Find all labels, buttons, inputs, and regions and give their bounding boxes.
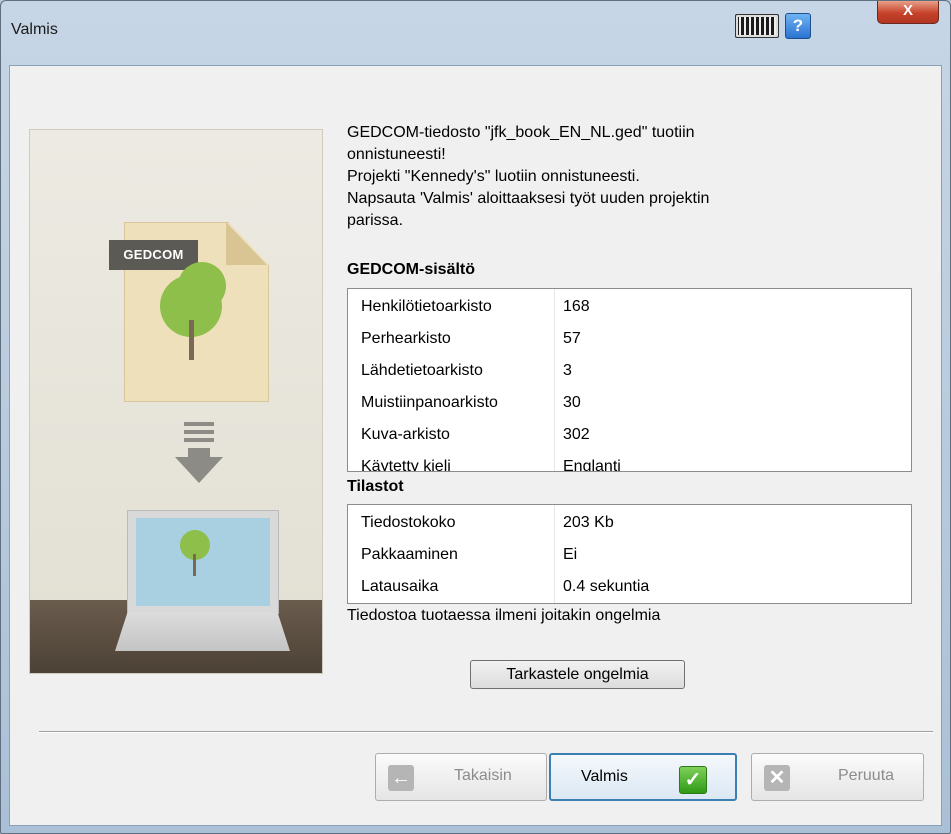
cancel-label: Peruuta (838, 767, 895, 784)
item-value: 203 Kb (563, 514, 614, 531)
item-value: 302 (563, 426, 590, 443)
message-line: parissa. (347, 212, 404, 229)
laptop-icon (127, 510, 279, 614)
cancel-button[interactable]: ✕ Peruuta (751, 753, 924, 801)
arrow-left-icon: ← (388, 765, 414, 791)
message-line: Projekti "Kennedy's" luotiin onnistunees… (347, 168, 640, 185)
item-value: 30 (563, 394, 581, 411)
list-item[interactable]: Käytetty kieli Englanti (348, 451, 911, 472)
result-message: GEDCOM-tiedosto "jfk_book_EN_NL.ged" tuo… (347, 122, 867, 232)
item-name: Lähdetietoarkisto (361, 362, 483, 379)
item-name: Latausaika (361, 578, 439, 595)
keyboard-icon[interactable] (735, 14, 779, 38)
close-button[interactable]: X (877, 1, 939, 24)
arrow-down-icon (184, 422, 214, 446)
x-icon: ✕ (764, 765, 790, 791)
finish-label: Valmis (581, 768, 628, 785)
view-problems-button[interactable]: Tarkastele ongelmia (470, 660, 685, 689)
item-value: 57 (563, 330, 581, 347)
item-name: Muistiinpanoarkisto (361, 394, 498, 411)
dialog-window: Valmis ? X GEDCOM GEDCOM-tiedosto "jfk_b… (0, 0, 951, 834)
item-name: Kuva-arkisto (361, 426, 450, 443)
statistics-heading: Tilastot (347, 478, 404, 495)
list-item[interactable]: Lähdetietoarkisto 3 (348, 355, 911, 387)
separator (39, 731, 933, 732)
item-value: 3 (563, 362, 572, 379)
import-illustration: GEDCOM (29, 129, 323, 674)
back-button[interactable]: ← Takaisin (375, 753, 547, 801)
laptop-tree-trunk (193, 554, 196, 576)
item-name: Pakkaaminen (361, 546, 458, 563)
statistics-list[interactable]: Tiedostokoko 203 Kb Pakkaaminen Ei Latausa… (347, 504, 912, 604)
gedcom-file-label: GEDCOM (109, 240, 198, 270)
list-item[interactable]: Perhearkisto 57 (348, 323, 911, 355)
arrow-head-icon (175, 457, 223, 483)
warning-text: Tiedostoa tuotaessa ilmeni joitakin onge… (347, 607, 661, 624)
gedcom-contents-list[interactable]: Henkilötietoarkisto 168 Perhearkisto 57 Lä… (347, 288, 912, 472)
laptop-display (136, 518, 270, 606)
list-item[interactable]: Tiedostokoko 203 Kb (348, 507, 911, 539)
back-label: Takaisin (454, 767, 512, 784)
item-name: Perhearkisto (361, 330, 451, 347)
list-item[interactable]: Pakkaaminen Ei (348, 539, 911, 571)
list-item[interactable]: Latausaika 0.4 sekuntia (348, 571, 911, 603)
message-line: GEDCOM-tiedosto "jfk_book_EN_NL.ged" tuo… (347, 124, 695, 141)
tree-crown-part (178, 262, 226, 310)
item-name: Henkilötietoarkisto (361, 298, 492, 315)
window-title: Valmis (11, 21, 58, 38)
item-value: Ei (563, 546, 578, 563)
laptop-keyboard-base (115, 613, 290, 651)
message-line: Napsauta 'Valmis' aloittaaksesi työt uud… (347, 190, 710, 207)
item-value: Englanti (563, 458, 621, 472)
checkmark-icon: ✓ (679, 766, 707, 794)
item-value: 168 (563, 298, 590, 315)
list-item[interactable]: Henkilötietoarkisto 168 (348, 291, 911, 323)
help-button[interactable]: ? (785, 13, 811, 39)
finish-button[interactable]: Valmis ✓ (549, 753, 737, 801)
item-name: Käytetty kieli (361, 458, 451, 472)
message-line: onnistuneesti! (347, 146, 446, 163)
gedcom-contents-heading: GEDCOM-sisältö (347, 261, 476, 278)
title-bar[interactable]: Valmis ? X (1, 1, 950, 65)
list-item[interactable]: Kuva-arkisto 302 (348, 419, 911, 451)
tree-trunk-icon (189, 320, 194, 360)
item-name: Tiedostokoko (361, 514, 456, 531)
list-item[interactable]: Muistiinpanoarkisto 30 (348, 387, 911, 419)
item-value: 0.4 sekuntia (563, 578, 650, 595)
